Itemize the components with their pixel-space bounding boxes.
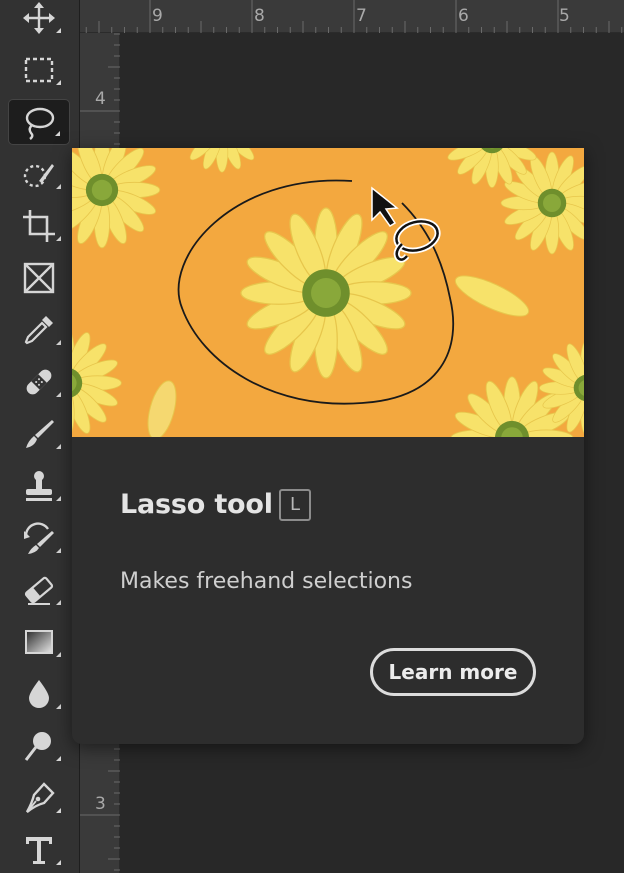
horizontal-ruler[interactable]: 9 8 7 6 5	[80, 0, 624, 33]
tool-group-indicator	[56, 808, 61, 813]
quick-selection-tool-button[interactable]	[8, 151, 70, 197]
tool-group-indicator	[56, 600, 61, 605]
gradient-icon	[25, 630, 53, 654]
lasso-demo-flowers-image	[72, 148, 584, 437]
bandage-icon	[26, 369, 52, 395]
drop-icon	[29, 680, 49, 708]
crop-tool-button[interactable]	[8, 203, 70, 249]
tooltip-description: Makes freehand selections	[120, 569, 413, 594]
tool-tooltip-card: Lasso tool L Makes freehand selections L…	[72, 148, 584, 744]
dodge-icon	[24, 732, 51, 761]
ruler-label: 5	[559, 6, 570, 26]
tool-group-indicator	[56, 548, 61, 553]
toolbar	[0, 0, 80, 873]
history-brush-icon	[24, 522, 54, 554]
rectangular-marquee-tool-button[interactable]	[8, 47, 70, 93]
frame-icon	[23, 262, 55, 294]
ruler-label: 9	[152, 6, 163, 26]
clone-stamp-tool-button[interactable]	[8, 463, 70, 509]
tool-group-indicator	[56, 444, 61, 449]
tool-group-indicator	[56, 756, 61, 761]
blur-tool-button[interactable]	[8, 671, 70, 717]
crop-icon	[23, 210, 55, 242]
move-icon	[23, 2, 55, 34]
shortcut-key-badge: L	[279, 489, 311, 521]
tool-group-indicator	[56, 392, 61, 397]
pen-icon	[25, 782, 55, 813]
ruler-label: 6	[458, 6, 469, 26]
brush-tool-button[interactable]	[8, 411, 70, 457]
eyedropper-icon	[24, 316, 53, 345]
ruler-label: 7	[356, 6, 367, 26]
tool-group-indicator	[56, 496, 61, 501]
tooltip-title: Lasso tool	[120, 489, 273, 520]
pen-tool-button[interactable]	[8, 775, 70, 821]
ruler-label: 4	[95, 89, 106, 109]
eraser-tool-button[interactable]	[8, 567, 70, 613]
tool-group-indicator	[55, 131, 60, 136]
tool-group-indicator	[56, 704, 61, 709]
tool-group-indicator	[56, 80, 61, 85]
type-tool-button[interactable]	[8, 827, 70, 873]
ruler-label: 8	[254, 6, 265, 26]
tool-group-indicator	[56, 860, 61, 865]
tool-group-indicator	[56, 184, 61, 189]
eraser-icon	[24, 576, 54, 605]
frame-tool-button[interactable]	[8, 255, 70, 301]
ruler-label: 3	[95, 794, 106, 814]
gradient-tool-button[interactable]	[8, 619, 70, 665]
quick-selection-icon	[23, 164, 54, 188]
tool-group-indicator	[56, 340, 61, 345]
lasso-tool-button[interactable]	[8, 99, 70, 145]
brush-icon	[26, 420, 54, 448]
learn-more-button[interactable]: Learn more	[370, 648, 536, 696]
marquee-icon	[24, 57, 54, 83]
move-tool-button[interactable]	[8, 0, 70, 41]
spot-healing-tool-button[interactable]	[8, 359, 70, 405]
tool-group-indicator	[56, 236, 61, 241]
dodge-tool-button[interactable]	[8, 723, 70, 769]
history-brush-tool-button[interactable]	[8, 515, 70, 561]
tool-group-indicator	[56, 28, 61, 33]
lasso-icon	[25, 107, 55, 140]
stamp-icon	[26, 471, 52, 501]
eyedropper-tool-button[interactable]	[8, 307, 70, 353]
tool-group-indicator	[56, 652, 61, 657]
type-icon	[26, 837, 52, 864]
